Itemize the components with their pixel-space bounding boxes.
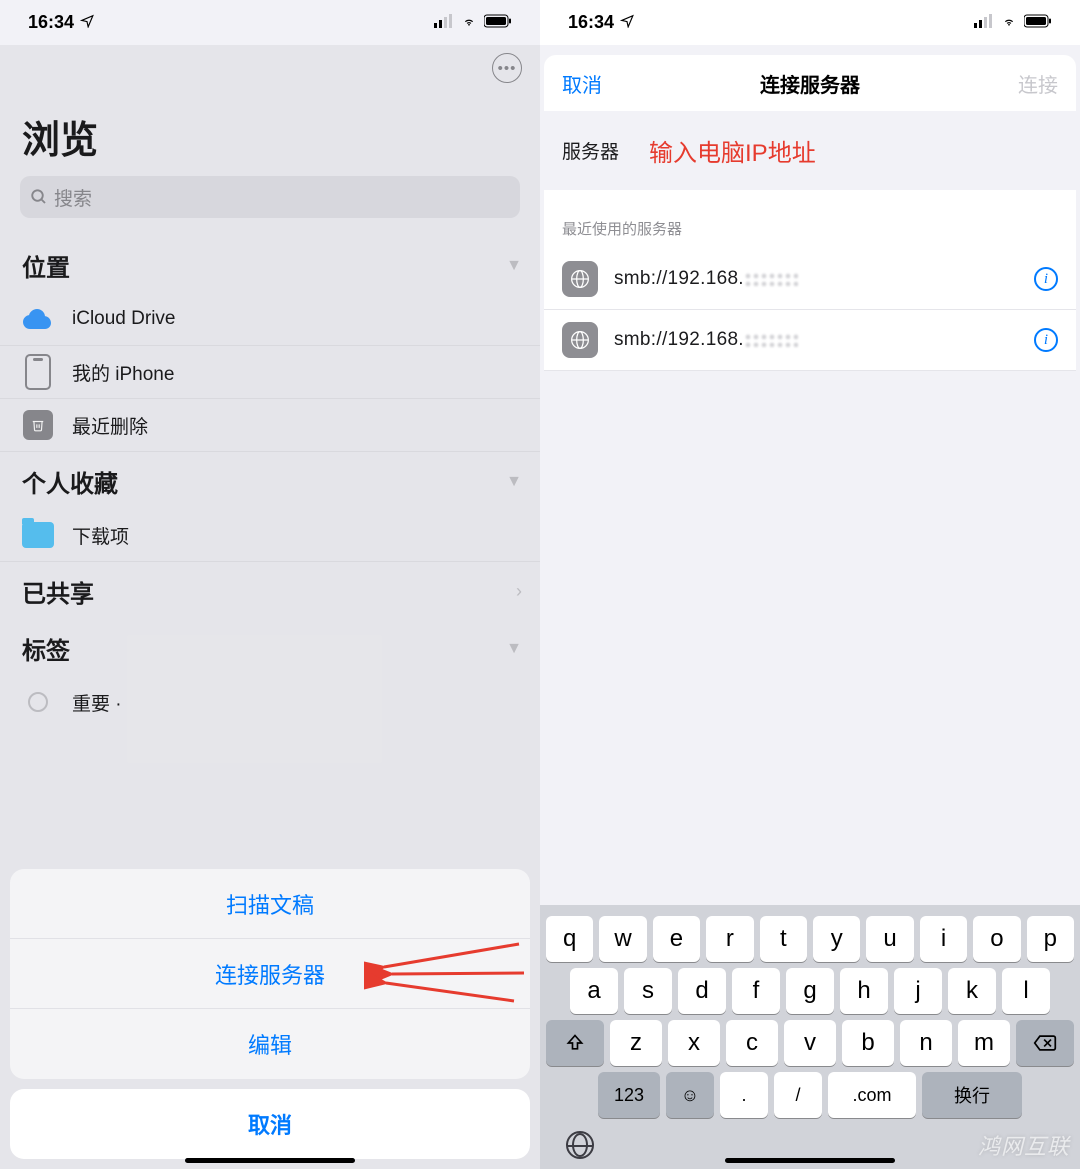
battery-icon	[484, 12, 512, 33]
status-bar: 16:34	[0, 0, 540, 45]
key-g[interactable]: g	[786, 968, 834, 1014]
key-c[interactable]: c	[726, 1020, 778, 1066]
key-u[interactable]: u	[866, 916, 913, 962]
server-input-row[interactable]: 服务器 输入电脑IP地址	[544, 111, 1076, 190]
info-icon[interactable]: i	[1034, 328, 1058, 352]
key-dot[interactable]: .	[720, 1072, 768, 1118]
sheet-connect-server[interactable]: 连接服务器	[10, 939, 530, 1009]
key-t[interactable]: t	[760, 916, 807, 962]
sheet-edit[interactable]: 编辑	[10, 1009, 530, 1079]
key-l[interactable]: l	[1002, 968, 1050, 1014]
key-o[interactable]: o	[973, 916, 1020, 962]
battery-icon	[1024, 12, 1052, 33]
home-indicator[interactable]	[185, 1158, 355, 1163]
modal-cancel-button[interactable]: 取消	[562, 69, 602, 98]
home-indicator[interactable]	[725, 1158, 895, 1163]
key-a[interactable]: a	[570, 968, 618, 1014]
key-v[interactable]: v	[784, 1020, 836, 1066]
cellular-icon	[974, 12, 994, 33]
location-icon	[620, 12, 634, 33]
annotation-text: 输入电脑IP地址	[649, 133, 816, 168]
network-icon	[562, 322, 598, 358]
key-com[interactable]: .com	[828, 1072, 916, 1118]
key-w[interactable]: w	[599, 916, 646, 962]
key-shift[interactable]	[546, 1020, 604, 1066]
recent-servers-label: 最近使用的服务器	[544, 190, 1076, 249]
network-icon	[562, 261, 598, 297]
key-z[interactable]: z	[610, 1020, 662, 1066]
location-icon	[80, 12, 94, 33]
recent-server-item[interactable]: smb://192.168. i	[544, 249, 1076, 310]
key-b[interactable]: b	[842, 1020, 894, 1066]
server-label: 服务器	[562, 137, 619, 164]
status-time: 16:34	[28, 12, 74, 33]
wifi-icon	[1000, 12, 1018, 33]
browse-screen: ••• 浏览 搜索 位置 ▼ iCloud Drive 我的 iPhone 最近…	[0, 45, 540, 1169]
key-j[interactable]: j	[894, 968, 942, 1014]
key-e[interactable]: e	[653, 916, 700, 962]
watermark: 鸿网互联	[978, 1129, 1070, 1161]
server-address: smb://192.168.	[614, 268, 1018, 290]
recent-server-item[interactable]: smb://192.168. i	[544, 310, 1076, 371]
key-q[interactable]: q	[546, 916, 593, 962]
shift-icon	[565, 1033, 585, 1053]
key-return[interactable]: 换行	[922, 1072, 1022, 1118]
backspace-icon	[1033, 1034, 1057, 1052]
status-time: 16:34	[568, 12, 614, 33]
phone-left: 16:34 ••• 浏览 搜索 位置 ▼ iCloud Drive	[0, 0, 540, 1169]
status-bar: 16:34	[540, 0, 1080, 45]
cellular-icon	[434, 12, 454, 33]
action-sheet: 扫描文稿 连接服务器 编辑 取消	[10, 869, 530, 1159]
wifi-icon	[460, 12, 478, 33]
key-i[interactable]: i	[920, 916, 967, 962]
phone-right: 16:34 取消 连接服务器 连接 服务器 输入电脑IP地址 最近使用的服务器 …	[540, 0, 1080, 1169]
globe-icon[interactable]	[566, 1131, 594, 1159]
server-address: smb://192.168.	[614, 329, 1018, 351]
annotation-arrows	[364, 939, 530, 1009]
key-s[interactable]: s	[624, 968, 672, 1014]
key-f[interactable]: f	[732, 968, 780, 1014]
key-p[interactable]: p	[1027, 916, 1074, 962]
key-n[interactable]: n	[900, 1020, 952, 1066]
key-m[interactable]: m	[958, 1020, 1010, 1066]
key-y[interactable]: y	[813, 916, 860, 962]
connect-server-modal: 取消 连接服务器 连接 服务器 输入电脑IP地址 最近使用的服务器 smb://…	[544, 55, 1076, 371]
key-d[interactable]: d	[678, 968, 726, 1014]
key-h[interactable]: h	[840, 968, 888, 1014]
modal-title: 连接服务器	[760, 69, 860, 98]
modal-connect-button[interactable]: 连接	[1018, 69, 1058, 98]
sheet-cancel[interactable]: 取消	[10, 1089, 530, 1159]
modal-header: 取消 连接服务器 连接	[544, 55, 1076, 111]
key-r[interactable]: r	[706, 916, 753, 962]
key-x[interactable]: x	[668, 1020, 720, 1066]
key-slash[interactable]: /	[774, 1072, 822, 1118]
sheet-scan-documents[interactable]: 扫描文稿	[10, 869, 530, 939]
key-k[interactable]: k	[948, 968, 996, 1014]
key-backspace[interactable]	[1016, 1020, 1074, 1066]
key-123[interactable]: 123	[598, 1072, 660, 1118]
key-emoji[interactable]: ☺	[666, 1072, 714, 1118]
info-icon[interactable]: i	[1034, 267, 1058, 291]
